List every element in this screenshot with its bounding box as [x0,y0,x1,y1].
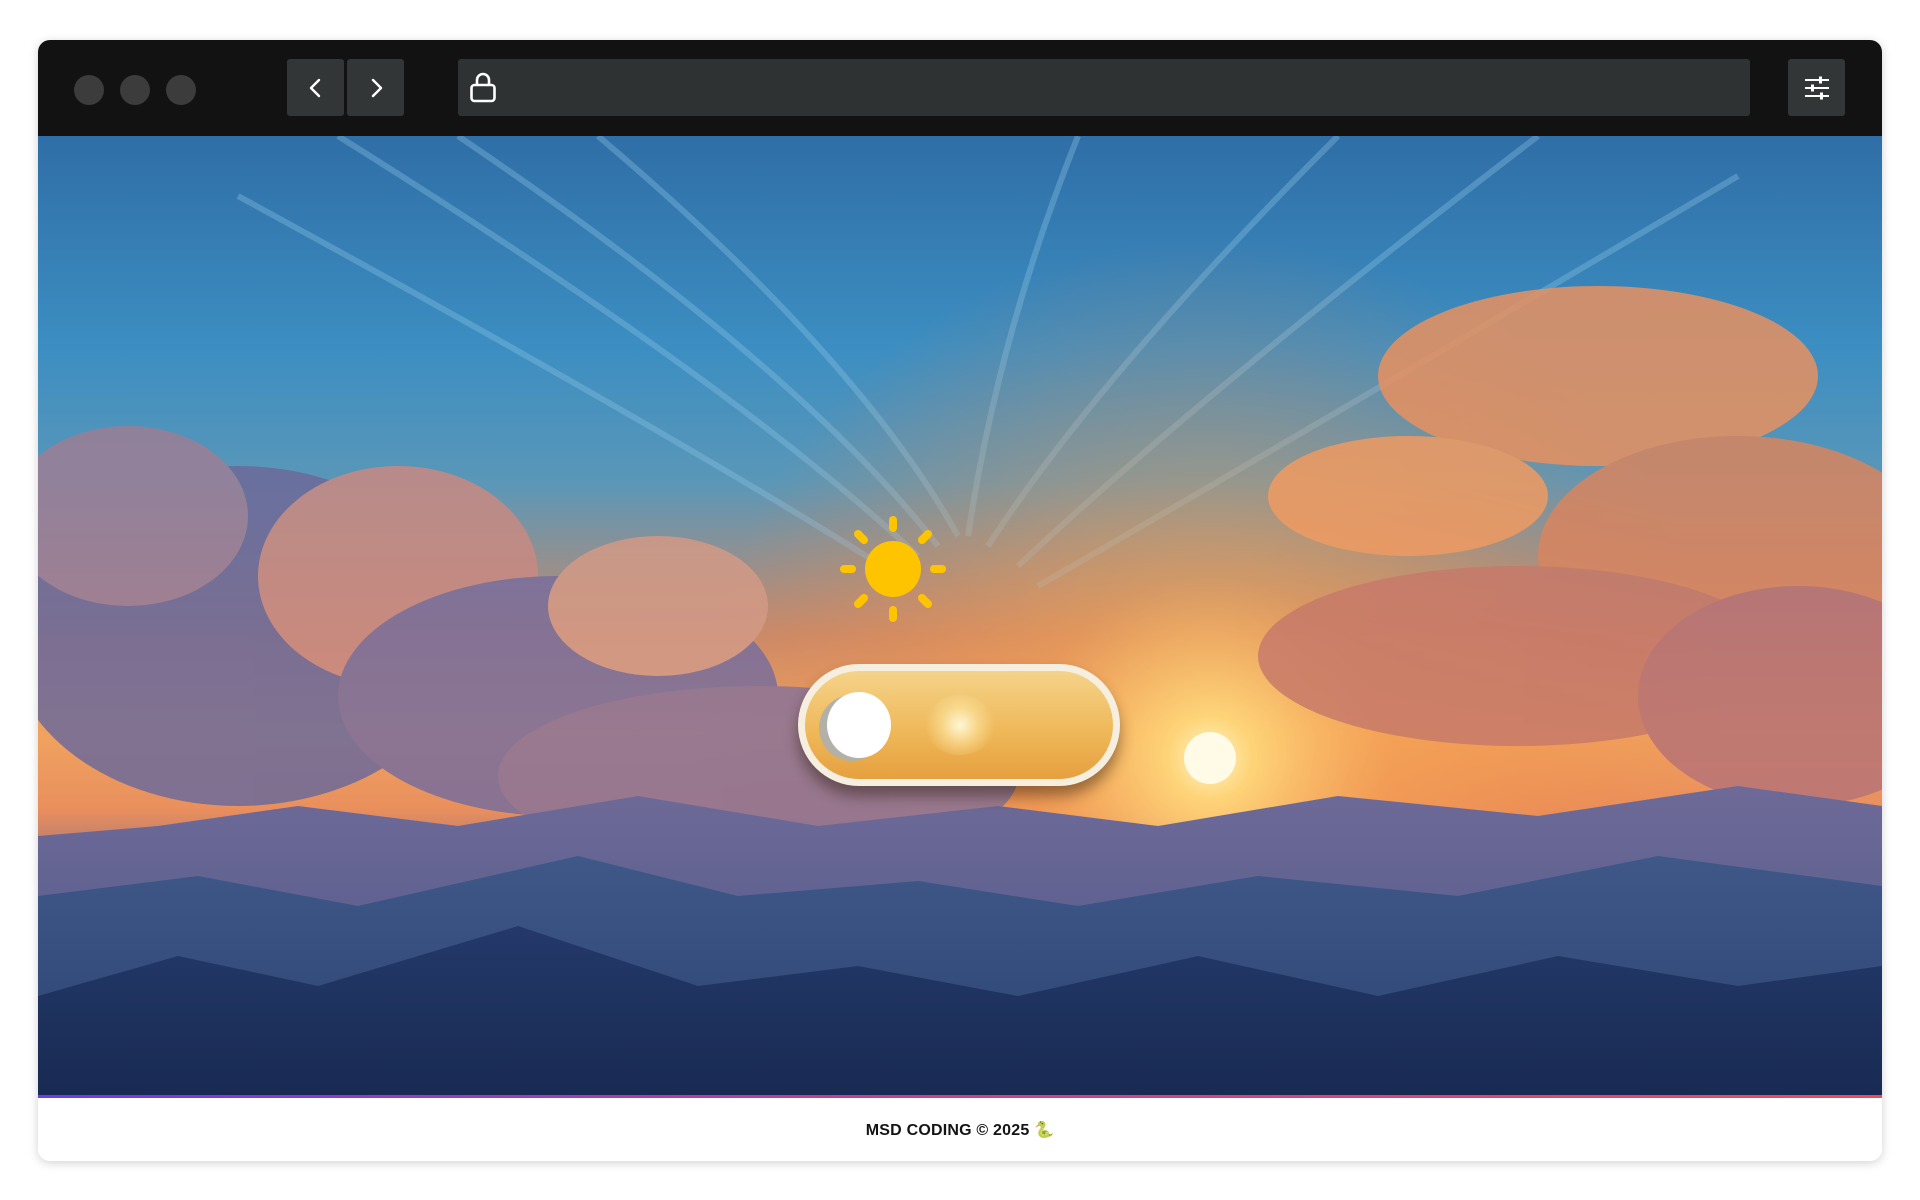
toggle-knob[interactable] [827,692,891,758]
lock-icon [470,72,496,103]
browser-window: MSD CODING © 2025 🐍 [38,40,1882,1161]
chevron-right-icon [371,78,382,97]
browser-toolbar [38,40,1882,136]
footer-copyright: MSD CODING © 2025 🐍 [865,1121,1055,1139]
address-bar[interactable] [458,59,1750,116]
window-maximize-dot[interactable] [166,75,196,105]
back-button[interactable] [287,59,344,116]
sun-icon [840,516,946,622]
window-close-dot[interactable] [74,75,104,105]
toggle-track [805,671,1113,779]
sliders-icon [1804,76,1829,99]
forward-button[interactable] [347,59,404,116]
toggle-sun-glow [925,695,995,755]
page-viewport [38,136,1882,1098]
chevron-left-icon [309,78,320,97]
page-footer: MSD CODING © 2025 🐍 [38,1098,1882,1161]
sunset-background [38,136,1882,1098]
window-minimize-dot[interactable] [120,75,150,105]
settings-button[interactable] [1788,59,1845,116]
day-night-toggle[interactable] [798,664,1120,786]
